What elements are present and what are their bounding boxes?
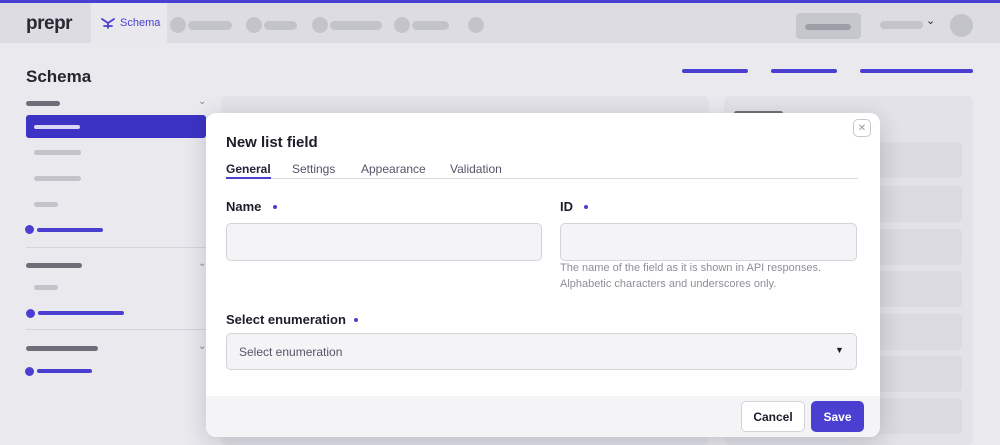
sidebar-item-active[interactable] bbox=[26, 115, 206, 138]
top-navigation-bar: prepr Schema ⌄ bbox=[0, 0, 1000, 43]
top-action-button[interactable] bbox=[796, 13, 861, 39]
nav-icon[interactable] bbox=[468, 17, 484, 33]
name-label: Name bbox=[226, 199, 262, 214]
add-item-dot bbox=[25, 367, 34, 376]
required-indicator bbox=[354, 318, 358, 322]
chevron-down-icon[interactable]: ⌄ bbox=[926, 14, 935, 27]
enumeration-label: Select enumeration bbox=[226, 312, 346, 327]
avatar[interactable] bbox=[950, 14, 973, 37]
tab-validation[interactable]: Validation bbox=[450, 162, 502, 176]
header-link[interactable] bbox=[860, 69, 973, 73]
name-input[interactable] bbox=[226, 223, 542, 261]
nav-icon[interactable] bbox=[312, 17, 328, 33]
sidebar-item[interactable] bbox=[34, 285, 58, 290]
dialog-title: New list field bbox=[226, 134, 318, 151]
prepr-logo: prepr bbox=[26, 13, 73, 34]
schema-icon bbox=[101, 18, 115, 29]
required-indicator bbox=[273, 205, 277, 209]
sidebar-item[interactable] bbox=[34, 150, 81, 155]
close-icon[interactable]: ✕ bbox=[853, 119, 871, 137]
sidebar-add-link[interactable] bbox=[38, 311, 124, 315]
tab-appearance[interactable]: Appearance bbox=[361, 162, 426, 176]
sidebar-section-heading[interactable] bbox=[26, 263, 82, 268]
tab-general[interactable]: General bbox=[226, 162, 271, 179]
new-list-field-dialog: New list field ✕ General Settings Appear… bbox=[206, 113, 880, 437]
id-input[interactable] bbox=[560, 223, 857, 261]
tab-settings[interactable]: Settings bbox=[292, 162, 335, 176]
caret-down-icon: ▼ bbox=[835, 345, 844, 355]
enumeration-select-placeholder: Select enumeration bbox=[239, 345, 343, 359]
account-name-placeholder[interactable] bbox=[880, 21, 923, 29]
nav-item-placeholder[interactable] bbox=[188, 21, 232, 30]
divider bbox=[26, 247, 206, 248]
nav-item-placeholder[interactable] bbox=[264, 21, 297, 30]
id-label: ID bbox=[560, 199, 573, 214]
save-button[interactable]: Save bbox=[811, 401, 864, 432]
enumeration-select[interactable]: Select enumeration ▼ bbox=[226, 333, 857, 370]
nav-item-placeholder[interactable] bbox=[412, 21, 449, 30]
nav-icon[interactable] bbox=[246, 17, 262, 33]
sidebar-add-link[interactable] bbox=[37, 369, 92, 373]
required-indicator bbox=[584, 205, 588, 209]
sidebar-item[interactable] bbox=[34, 176, 81, 181]
divider bbox=[26, 329, 206, 330]
cancel-button[interactable]: Cancel bbox=[741, 401, 805, 432]
nav-item-schema-label: Schema bbox=[120, 17, 161, 29]
header-link[interactable] bbox=[682, 69, 748, 73]
dialog-tabs: General Settings Appearance Validation bbox=[226, 162, 858, 179]
nav-item-placeholder[interactable] bbox=[330, 21, 382, 30]
chevron-down-icon[interactable]: ⌄ bbox=[198, 96, 206, 107]
add-item-dot bbox=[25, 225, 34, 234]
add-item-dot bbox=[26, 309, 35, 318]
nav-icon[interactable] bbox=[394, 17, 410, 33]
page-title: Schema bbox=[26, 67, 92, 86]
sidebar-section-heading[interactable] bbox=[26, 101, 60, 106]
sidebar-add-link[interactable] bbox=[37, 228, 103, 232]
sidebar-section-heading[interactable] bbox=[26, 346, 98, 351]
sidebar-item[interactable] bbox=[34, 202, 58, 207]
id-help-text: The name of the field as it is shown in … bbox=[560, 262, 822, 290]
header-link[interactable] bbox=[771, 69, 837, 73]
nav-icon[interactable] bbox=[170, 17, 186, 33]
nav-item-schema[interactable]: Schema bbox=[91, 3, 167, 43]
